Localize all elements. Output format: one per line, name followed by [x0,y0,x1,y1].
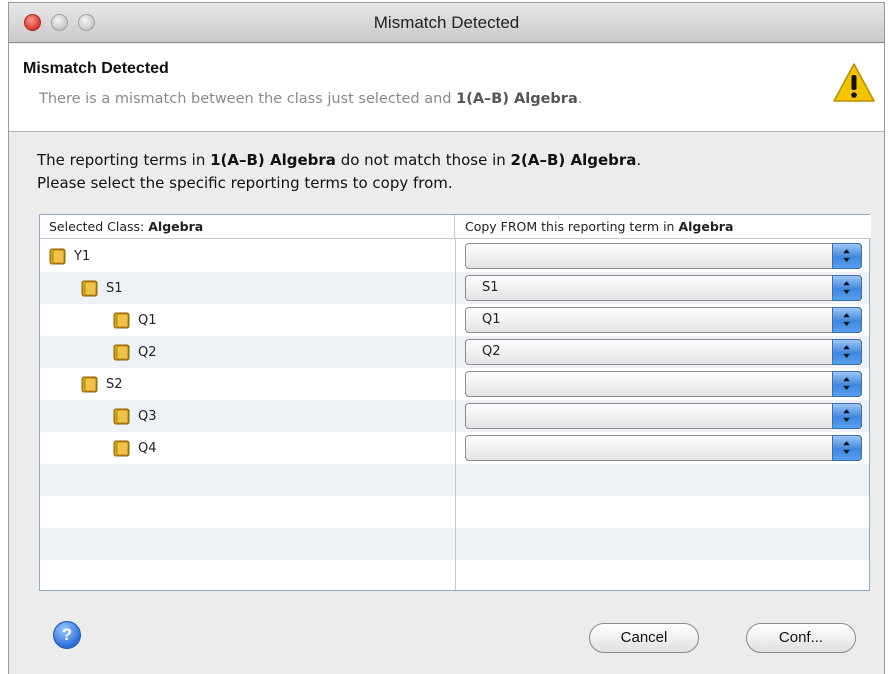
copy-from-column-header: Copy FROM this reporting term in Algebra [455,215,871,239]
reporting-term-select[interactable] [465,403,862,429]
tree-node-label: Q3 [138,408,157,424]
folder-icon [81,376,98,393]
tree-node[interactable]: Q3 [112,405,157,427]
tree-node[interactable]: Q4 [112,437,157,459]
folder-icon [49,248,66,265]
select-arrows-icon[interactable] [832,275,862,301]
select-arrows-icon[interactable] [832,371,862,397]
message-class-2: 2(A–B) Algebra [510,151,637,169]
header-title: Mismatch Detected [23,60,169,77]
folder-icon [113,408,130,425]
mismatch-message: The reporting terms in 1(A–B) Algebra do… [37,149,641,195]
header-subtitle: There is a mismatch between the class ju… [39,91,582,107]
select-arrows-icon[interactable] [832,339,862,365]
reporting-term-select[interactable] [465,435,862,461]
warning-icon [833,63,875,102]
tree-node-label: Q2 [138,344,157,360]
column-header-class: Algebra [678,219,734,234]
column-header-text: Copy FROM this reporting term in [465,219,679,234]
cancel-button[interactable]: Cancel [589,623,699,653]
tree-node-label: S2 [106,376,123,392]
reporting-term-select[interactable] [465,371,862,397]
tree-node[interactable]: S1 [80,277,123,299]
folder-icon [113,344,130,361]
message-line-1: The reporting terms in 1(A–B) Algebra do… [37,149,641,172]
window-title: Mismatch Detected [373,13,520,32]
message-class-1: 1(A–B) Algebra [210,151,336,169]
select-value: Q1 [482,312,501,327]
folder-icon [113,440,130,457]
reporting-term-select[interactable]: S1 [465,275,862,301]
tree-node[interactable]: Y1 [48,245,90,267]
message-line-2: Please select the specific reporting ter… [37,174,453,192]
select-arrows-icon[interactable] [832,307,862,333]
column-header-text: Selected Class: [49,219,149,234]
header-subtitle-end: . [577,91,583,107]
reporting-term-select[interactable] [465,243,862,269]
message-text: . [636,151,642,169]
folder-icon [113,312,130,329]
reporting-term-select[interactable]: Q2 [465,339,862,365]
select-arrows-icon[interactable] [832,435,862,461]
folder-icon [81,280,98,297]
select-value: S1 [482,280,499,295]
tree-node-label: S1 [106,280,123,296]
term-mapping-table: Selected Class: Algebra Copy FROM this r… [39,214,871,591]
tree-node[interactable]: S2 [80,373,123,395]
help-button[interactable]: ? [53,621,81,649]
dialog-header: Mismatch Detected There is a mismatch be… [9,44,884,132]
header-subtitle-text: There is a mismatch between the class ju… [39,91,457,107]
confirm-button[interactable]: Conf... [746,623,856,653]
select-arrows-icon[interactable] [832,243,862,269]
dialog-window: Mismatch Detected Mismatch Detected Ther… [8,2,885,674]
tree-node-label: Q1 [138,312,157,328]
selected-class-column-header: Selected Class: Algebra [40,215,455,239]
tree-node-label: Y1 [74,248,91,264]
header-subtitle-class: 1(A–B) Algebra [456,91,578,107]
tree-node[interactable]: Q2 [112,341,157,363]
select-arrows-icon[interactable] [832,403,862,429]
tree-node-label: Q4 [138,440,157,456]
message-text: The reporting terms in [37,151,211,169]
column-divider [455,239,456,590]
reporting-term-select[interactable]: Q1 [465,307,862,333]
tree-node[interactable]: Q1 [112,309,157,331]
column-header-class: Algebra [148,219,204,234]
message-text: do not match those in [335,151,511,169]
title-bar: Mismatch Detected [9,3,884,43]
select-value: Q2 [482,344,501,359]
